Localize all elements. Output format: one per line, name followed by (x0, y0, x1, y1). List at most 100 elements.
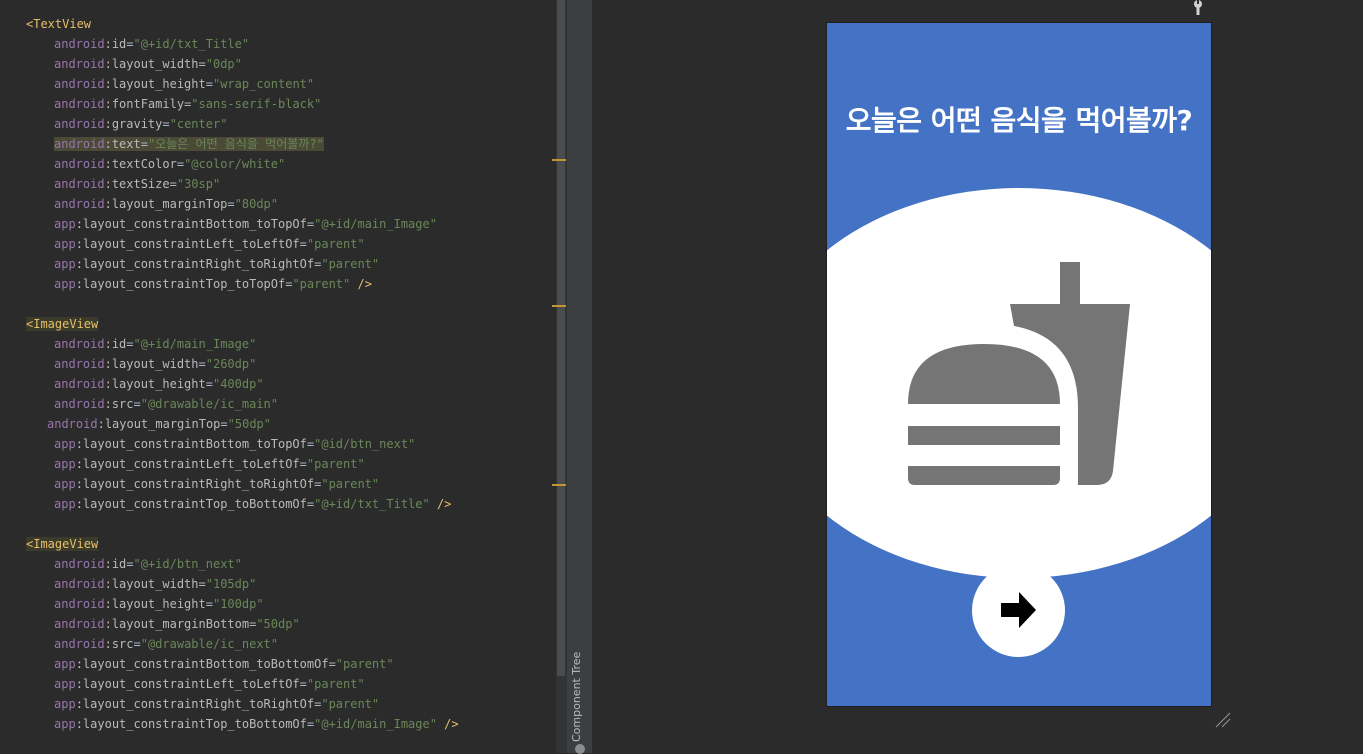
fastfood-icon[interactable] (827, 188, 1211, 578)
code-line[interactable]: app:layout_constraintRight_toRightOf="pa… (54, 254, 379, 274)
code-line[interactable]: app:layout_constraintTop_toBottomOf="@+i… (54, 714, 459, 734)
attr-name: layout_constraintBottom_toTopOf (82, 437, 307, 451)
attr-name: layout_constraintTop_toBottomOf (82, 497, 307, 511)
code-line[interactable]: <ImageView (26, 314, 99, 334)
code-line[interactable]: android:fontFamily="sans-serif-black" (54, 94, 321, 114)
ns-separator: : (75, 217, 83, 231)
ns-separator: : (104, 97, 112, 111)
attr-namespace: app (54, 477, 76, 491)
attr-equals: = (205, 377, 213, 391)
attr-namespace: app (54, 657, 76, 671)
attr-name: layout_constraintLeft_toLeftOf (82, 457, 300, 471)
attr-value: "parent" (292, 277, 351, 291)
attr-value: "@color/white" (184, 157, 286, 171)
code-line[interactable]: app:layout_constraintTop_toBottomOf="@+i… (54, 494, 451, 514)
attr-namespace: app (54, 677, 76, 691)
attr-name: layout_width (111, 577, 199, 591)
attr-value: "sans-serif-black" (191, 97, 322, 111)
component-tree-tab[interactable]: Component Tree (570, 652, 583, 742)
attr-namespace: android (54, 557, 105, 571)
attr-value: "center" (169, 117, 228, 131)
attr-namespace: android (54, 37, 105, 51)
component-tree-panel-strip[interactable] (566, 0, 593, 753)
attr-equals: = (176, 157, 185, 171)
ns-separator: : (75, 277, 83, 291)
code-line[interactable]: android:layout_height="100dp" (54, 594, 264, 614)
code-line[interactable]: app:layout_constraintBottom_toTopOf="@+i… (54, 214, 437, 234)
code-line[interactable]: android:id="@+id/txt_Title" (54, 34, 249, 54)
code-line[interactable]: android:src="@drawable/ic_main" (54, 394, 278, 414)
attr-name: layout_width (111, 57, 199, 71)
attr-name: layout_width (111, 357, 199, 371)
code-line[interactable]: android:textColor="@color/white" (54, 154, 285, 174)
attr-namespace: android (54, 77, 105, 91)
ns-separator: : (104, 197, 112, 211)
device-preview[interactable]: 오늘은 어떤 음식을 먹어볼까? (827, 23, 1211, 706)
attr-namespace: android (54, 397, 105, 411)
code-line[interactable]: android:layout_width="0dp" (54, 54, 242, 74)
code-line[interactable]: app:layout_constraintLeft_toLeftOf="pare… (54, 454, 365, 474)
preview-title: 오늘은 어떤 음식을 먹어볼까? (845, 104, 1193, 137)
attr-name: layout_constraintBottom_toBottomOf (82, 657, 329, 671)
code-editor[interactable]: <TextView android:id="@+id/txt_Title" andr… (0, 0, 556, 753)
attr-name: id (111, 557, 127, 571)
code-line[interactable]: app:layout_constraintLeft_toLeftOf="pare… (54, 674, 365, 694)
code-line[interactable]: app:layout_constraintRight_toRightOf="pa… (54, 474, 379, 494)
wrench-icon[interactable] (1191, 0, 1205, 16)
error-stripe-marker[interactable] (552, 484, 566, 486)
ns-separator: : (104, 357, 112, 371)
ns-separator: : (104, 397, 112, 411)
ns-separator: : (104, 557, 112, 571)
attr-namespace: android (54, 97, 105, 111)
attr-namespace: app (54, 717, 76, 731)
ns-separator: : (104, 377, 112, 391)
ns-separator: : (75, 717, 83, 731)
code-line[interactable]: app:layout_constraintRight_toRightOf="pa… (54, 694, 379, 714)
code-line[interactable]: android:gravity="center" (54, 114, 227, 134)
code-line[interactable]: android:layout_height="400dp" (54, 374, 264, 394)
attr-name: layout_marginBottom (111, 617, 250, 631)
code-line[interactable]: android:layout_width="260dp" (54, 354, 256, 374)
code-line[interactable]: android:id="@+id/btn_next" (54, 554, 242, 574)
ns-separator: : (75, 257, 83, 271)
attr-value: "100dp" (212, 597, 264, 611)
code-line[interactable]: app:layout_constraintTop_toTopOf="parent… (54, 274, 372, 294)
code-line[interactable]: <TextView (26, 14, 91, 34)
error-stripe-marker[interactable] (552, 159, 566, 161)
ns-separator: : (104, 157, 112, 171)
attr-name: layout_height (111, 77, 206, 91)
code-line[interactable]: android:id="@+id/main_Image" (54, 334, 256, 354)
attr-equals: = (133, 637, 141, 651)
code-line[interactable]: app:layout_constraintBottom_toBottomOf="… (54, 654, 394, 674)
attr-value: "@drawable/ic_next" (140, 637, 279, 651)
ns-separator: : (104, 577, 112, 591)
code-line[interactable]: android:layout_marginBottom="50dp" (54, 614, 300, 634)
attr-equals: = (299, 677, 307, 691)
attr-equals: = (227, 197, 235, 211)
attr-namespace: android (54, 57, 105, 71)
code-line[interactable]: <ImageView (26, 534, 99, 554)
code-line[interactable]: app:layout_constraintBottom_toTopOf="@id… (54, 434, 415, 454)
code-line[interactable]: android:layout_height="wrap_content" (54, 74, 314, 94)
resize-handle-icon[interactable] (1213, 710, 1233, 730)
ns-separator: : (75, 697, 83, 711)
code-line[interactable]: android:layout_width="105dp" (54, 574, 256, 594)
editor-scrollbar-thumb[interactable] (557, 0, 565, 676)
attr-equals: = (162, 117, 170, 131)
ns-separator: : (104, 77, 112, 91)
ns-separator: : (97, 417, 105, 431)
code-line[interactable]: android:layout_marginTop="80dp" (54, 194, 278, 214)
code-line[interactable]: android:src="@drawable/ic_next" (54, 634, 278, 654)
attr-namespace: app (54, 437, 76, 451)
code-line[interactable]: android:text="오늘은 어떤 음식을 먹어볼까?" (54, 134, 324, 154)
code-line[interactable]: app:layout_constraintLeft_toLeftOf="pare… (54, 234, 365, 254)
error-stripe-marker[interactable] (552, 305, 566, 307)
attr-equals: = (133, 397, 141, 411)
code-line[interactable]: android:layout_marginTop="50dp" (47, 414, 271, 434)
attr-value: "@+id/main_Image" (314, 717, 437, 731)
attr-value: "@+id/main_Image" (133, 337, 257, 351)
ns-separator: : (75, 437, 83, 451)
code-line[interactable]: android:textSize="30sp" (54, 174, 220, 194)
ns-separator: : (104, 37, 112, 51)
next-button[interactable] (972, 564, 1065, 657)
